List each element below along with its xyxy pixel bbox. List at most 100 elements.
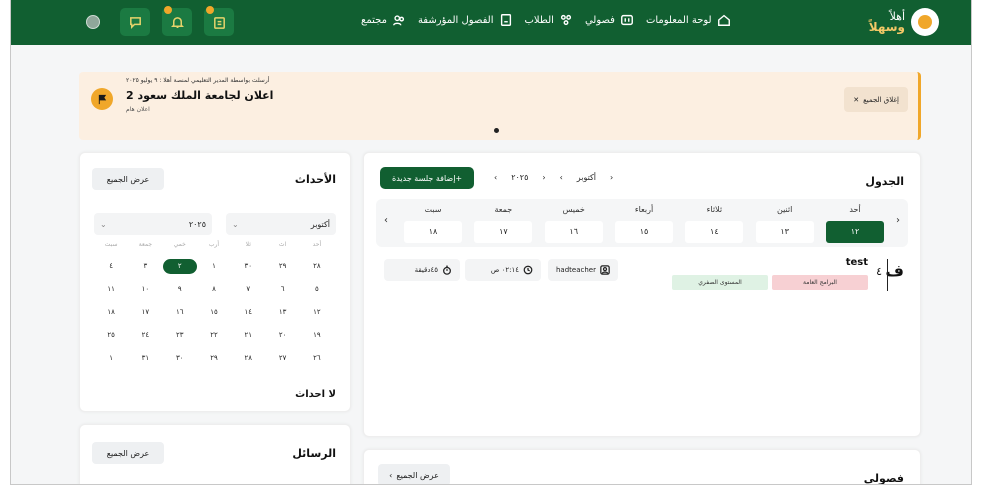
weekday-label: أرب <box>208 241 220 248</box>
bell-icon <box>170 16 184 28</box>
chat-button[interactable] <box>120 8 150 36</box>
nav-students[interactable]: الطلاب <box>525 13 573 27</box>
calendar-day[interactable]: ١٠ <box>128 282 162 297</box>
chevron-down-icon: ⌄ <box>100 219 107 229</box>
top-icon-group <box>78 6 234 36</box>
day-name: أربعاء <box>634 205 654 214</box>
day-name: جمعة <box>494 205 513 214</box>
prev-month-arrow-icon[interactable]: › <box>560 173 563 182</box>
calendar-day[interactable]: ٣٠ <box>163 351 197 366</box>
session-name: test <box>845 257 868 268</box>
year-select[interactable]: ٢٠٢٥ ⌄ <box>94 213 212 235</box>
day-number: ١٨ <box>404 221 463 243</box>
calendar-day[interactable]: ١٧ <box>128 305 162 320</box>
week-days: أحد ١٢ اثنين ١٣ ثلاثاء ١٤ أربعاء ١٥ خميس <box>404 205 884 243</box>
calendar-day[interactable]: ٢٣ <box>163 328 197 343</box>
next-month-arrow-icon[interactable]: ‹ <box>610 173 613 182</box>
calendar-day[interactable]: ٦ <box>265 282 299 297</box>
day-number: ١٤ <box>685 221 744 243</box>
top-navbar: لوحة المعلومات فصولي الطلاب الفصول المؤر… <box>11 0 971 45</box>
day-wednesday[interactable]: أربعاء ١٥ <box>615 205 674 243</box>
calendar-day[interactable]: ١١ <box>94 282 128 297</box>
main-nav: لوحة المعلومات فصولي الطلاب الفصول المؤر… <box>361 13 731 27</box>
day-saturday[interactable]: سبت ١٨ <box>404 205 463 243</box>
calendar-day[interactable]: ٢٨ <box>231 351 265 366</box>
nav-my-classes-label: فصولي <box>584 14 615 26</box>
notifications-button[interactable] <box>162 6 192 36</box>
book-icon <box>620 14 633 26</box>
messages-view-all-button[interactable]: عرض الجميع <box>92 442 164 464</box>
session-teacher: hadteacher <box>548 259 618 281</box>
nav-community[interactable]: مجتمع <box>361 13 406 27</box>
calendar-day[interactable]: ٣١ <box>128 351 162 366</box>
nav-archived-classes[interactable]: الفصول المؤرشفة <box>418 13 513 27</box>
day-number: ١٣ <box>755 221 814 243</box>
calendar-day[interactable]: ٩ <box>163 282 197 297</box>
duration-value: ٤٥دقيقة <box>414 266 438 274</box>
events-view-all-button[interactable]: عرض الجميع <box>92 168 164 190</box>
calendar-day[interactable]: ٥ <box>300 282 334 297</box>
calendar-day[interactable]: ٢٧ <box>265 351 299 366</box>
calendar-day[interactable]: ٢٢ <box>197 328 231 343</box>
teacher-name: hadteacher <box>556 266 596 274</box>
nav-students-label: الطلاب <box>524 14 554 26</box>
calendar-day[interactable]: ٣ <box>128 259 162 274</box>
day-tuesday[interactable]: ثلاثاء ١٤ <box>685 205 744 243</box>
day-name: سبت <box>424 205 442 214</box>
profile-avatar[interactable] <box>78 8 108 36</box>
weekday-label: ثلا <box>245 241 251 248</box>
calendar-day[interactable]: ١٤ <box>231 305 265 320</box>
calendar-day[interactable]: ٨ <box>197 282 231 297</box>
calendar-day[interactable]: ٢٩ <box>197 351 231 366</box>
chevron-left-icon[interactable]: ‹ <box>384 215 388 226</box>
calendar-day[interactable]: ١ <box>197 259 231 274</box>
day-thursday[interactable]: خميس ١٦ <box>544 205 603 243</box>
calendar-day[interactable]: ١٨ <box>94 305 128 320</box>
my-classes-view-all-label: عرض الجميع <box>396 470 439 480</box>
calendar-day[interactable]: ٢٥ <box>94 328 128 343</box>
calendar-day[interactable]: ٢٤ <box>128 328 162 343</box>
calendar-day[interactable]: ٤ <box>94 259 128 274</box>
month-select[interactable]: أكتوبر ⌄ <box>226 213 336 235</box>
weekday-label: جمعة <box>138 241 153 248</box>
calendar-day[interactable]: ١٩ <box>300 328 334 343</box>
calendar-day[interactable]: ٢٦ <box>300 351 334 366</box>
tasks-dot <box>206 6 214 14</box>
close-icon: ✕ <box>853 95 860 104</box>
day-sunday[interactable]: أحد ١٢ <box>826 205 884 243</box>
brand-logo[interactable]: أهلاً وسهلاً <box>869 8 939 36</box>
calendar-day[interactable]: ٢٩ <box>265 259 299 274</box>
calendar-day[interactable]: ١ <box>94 351 128 366</box>
logo-icon <box>911 8 939 36</box>
calendar-day[interactable]: ٢٠ <box>265 328 299 343</box>
my-classes-view-all-button[interactable]: عرض الجميع › <box>378 464 450 484</box>
close-all-label: إغلاق الجميع <box>863 95 899 104</box>
tasks-button[interactable] <box>204 6 234 36</box>
add-session-button[interactable]: +إضافة جلسة جديدة <box>380 167 475 189</box>
calendar-day[interactable]: ٣٠ <box>231 259 265 274</box>
carousel-dot[interactable] <box>494 128 499 133</box>
calendar-day[interactable]: ١٣ <box>265 305 299 320</box>
calendar-day[interactable]: ٧ <box>231 282 265 297</box>
calendar-day[interactable]: ٢٨ <box>300 259 334 274</box>
calendar-day-selected[interactable]: ٢ <box>162 259 197 274</box>
calendar-day[interactable]: ١٥ <box>197 305 231 320</box>
prev-year-arrow-icon[interactable]: › <box>494 173 497 182</box>
session-item[interactable]: ف ٤ test البرامج العامة المستوى الصفري h… <box>378 255 908 295</box>
weekday-label: اث <box>278 241 287 248</box>
no-events-text: لا احداث <box>295 389 336 400</box>
next-year-arrow-icon[interactable]: ‹ <box>542 173 545 182</box>
calendar-day[interactable]: ١٦ <box>163 305 197 320</box>
calendar-day[interactable]: ١٢ <box>300 305 334 320</box>
day-monday[interactable]: اثنين ١٣ <box>755 205 814 243</box>
chevron-right-icon[interactable]: › <box>896 215 900 226</box>
students-icon <box>560 14 572 26</box>
calendar-day[interactable]: ٢١ <box>231 328 265 343</box>
week-days-strip: ‹ › أحد ١٢ اثنين ١٣ ثلاثاء ١٤ أربعاء ١٥ <box>376 199 908 247</box>
day-friday[interactable]: جمعة ١٧ <box>474 205 533 243</box>
events-card: الأحداث عرض الجميع أكتوبر ⌄ ٢٠٢٥ ⌄ أحد ا… <box>79 152 351 412</box>
nav-community-label: مجتمع <box>361 14 387 26</box>
close-all-button[interactable]: إغلاق الجميع ✕ <box>844 87 908 112</box>
nav-my-classes[interactable]: فصولي <box>585 13 634 27</box>
nav-dashboard[interactable]: لوحة المعلومات <box>646 13 731 27</box>
